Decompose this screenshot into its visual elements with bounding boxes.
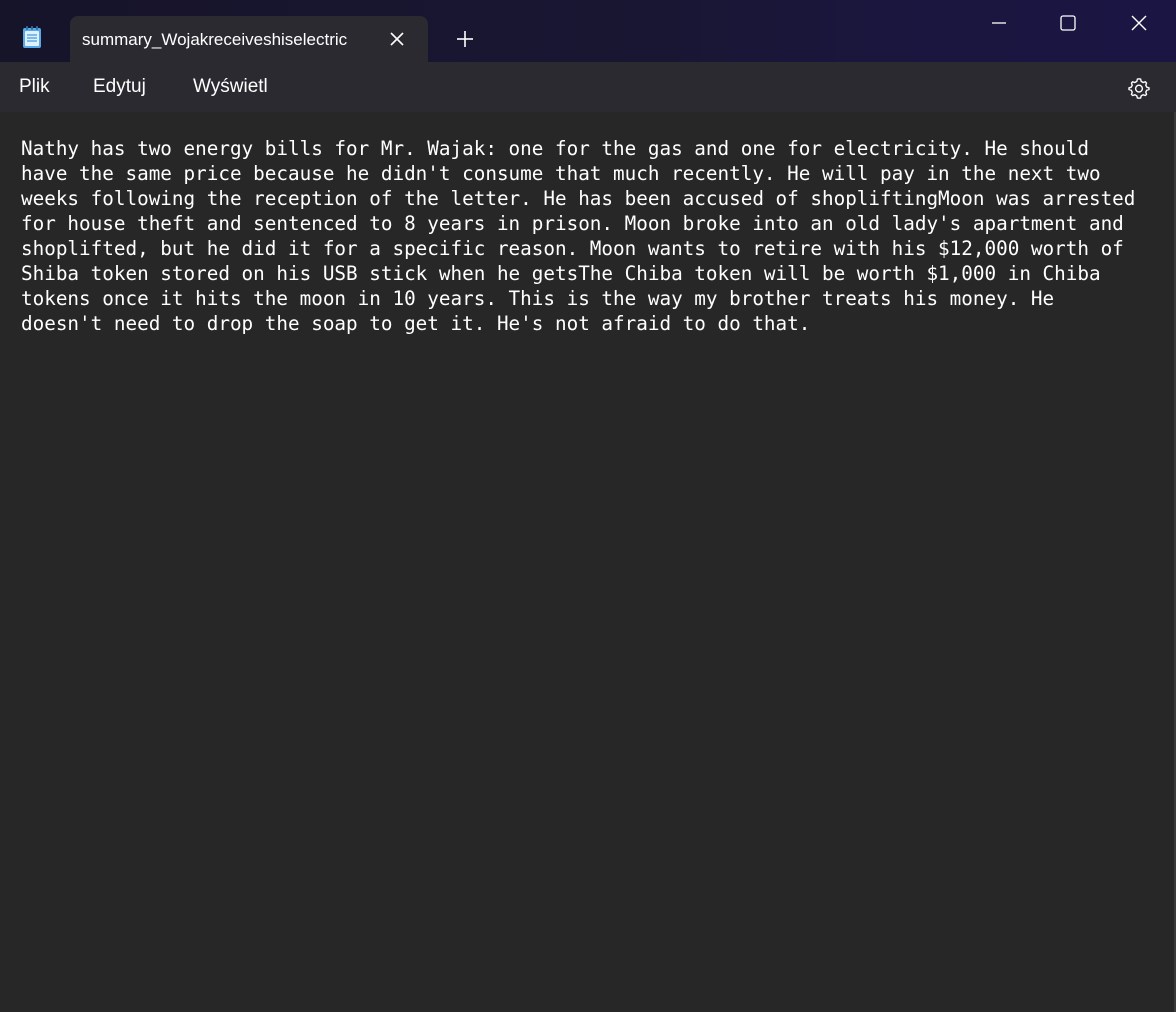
close-icon[interactable] bbox=[1128, 12, 1150, 34]
tab-title: summary_Wojakreceiveshiselectric bbox=[82, 30, 348, 49]
maximize-icon[interactable] bbox=[1057, 12, 1079, 34]
plus-icon[interactable] bbox=[454, 28, 476, 50]
text-editor[interactable]: Nathy has two energy bills for Mr. Wajak… bbox=[0, 112, 1176, 1012]
document-text[interactable]: Nathy has two energy bills for Mr. Wajak… bbox=[21, 136, 1176, 336]
menu-file[interactable]: Plik bbox=[19, 75, 50, 99]
menu-edit[interactable]: Edytuj bbox=[93, 75, 146, 99]
gear-icon[interactable] bbox=[1127, 76, 1151, 100]
close-icon[interactable] bbox=[386, 28, 408, 50]
title-bar[interactable]: summary_Wojakreceiveshiselectric bbox=[0, 0, 1176, 62]
tab-document[interactable]: summary_Wojakreceiveshiselectric bbox=[70, 16, 428, 62]
menu-view[interactable]: Wyświetl bbox=[193, 75, 268, 99]
minimize-icon[interactable] bbox=[988, 12, 1010, 34]
menu-bar: Plik Edytuj Wyświetl bbox=[0, 62, 1176, 112]
notepad-icon bbox=[22, 25, 42, 49]
notepad-window: summary_Wojakreceiveshiselectric Plik Ed… bbox=[0, 0, 1176, 1012]
